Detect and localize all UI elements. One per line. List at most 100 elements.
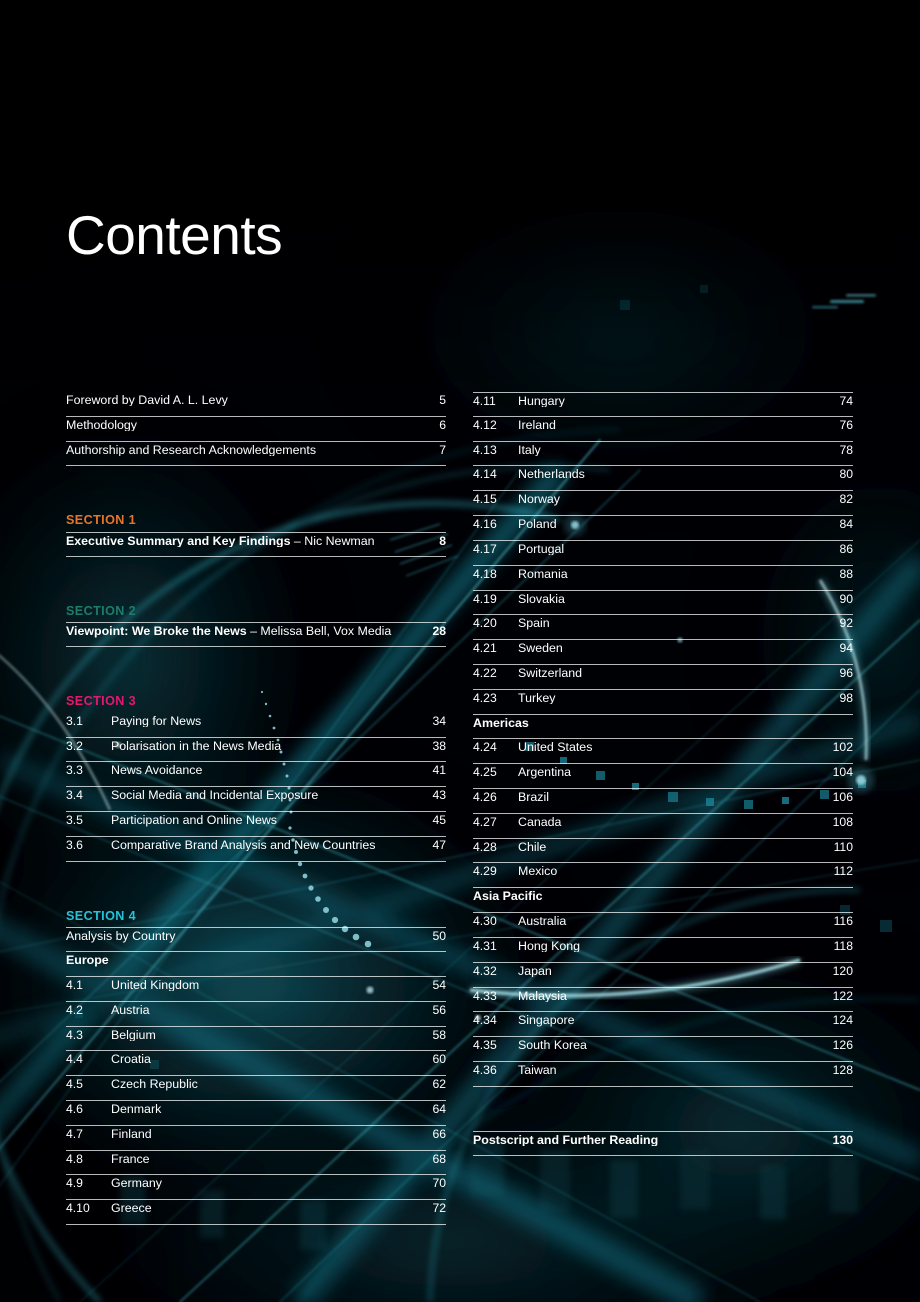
toc-number: 4.18 (473, 566, 497, 581)
toc-row-country-4-15[interactable]: 4.15 Norway 82 (473, 491, 853, 517)
toc-row-country-4-25[interactable]: 4.25 Argentina 104 (473, 764, 853, 789)
section-marker-1: SECTION 1 (66, 513, 137, 528)
toc-row-country-4-30[interactable]: 4.30 Australia 116 (473, 913, 853, 938)
toc-label: Greece (111, 1202, 152, 1215)
toc-label: Switzerland (518, 666, 583, 680)
toc-label: Slovakia (518, 592, 565, 605)
toc-row-country-4-18[interactable]: 4.18 Romania 88 (473, 566, 853, 591)
toc-row-country-4-11[interactable]: 4.11 Hungary 74 (473, 392, 853, 417)
toc-label: Austria (111, 1003, 150, 1017)
toc-page: 78 (839, 442, 853, 457)
toc-page: 34 (432, 713, 446, 728)
section-marker-2: SECTION 2 (66, 603, 137, 618)
toc-number: 4.7 (66, 1126, 83, 1141)
toc-row-country-4-2[interactable]: 4.2 Austria 56 (66, 1002, 446, 1027)
toc-page: 76 (839, 417, 853, 432)
toc-row-section3-3-6[interactable]: 3.6 Comparative Brand Analysis and New Co… (66, 837, 446, 862)
toc-page: 58 (432, 1027, 446, 1042)
toc-row-methodology[interactable]: Methodology 6 (66, 417, 446, 442)
toc-row-country-4-33[interactable]: 4.33 Malaysia 122 (473, 988, 853, 1013)
toc-row-country-4-19[interactable]: 4.19 Slovakia 90 (473, 591, 853, 616)
toc-row-country-4-32[interactable]: 4.32 Japan 120 (473, 963, 853, 988)
toc-page: 80 (839, 467, 853, 482)
toc-row-country-4-6[interactable]: 4.6 Denmark 64 (66, 1101, 446, 1126)
toc-row-country-4-23[interactable]: 4.23 Turkey 98 (473, 690, 853, 715)
toc-row-country-4-21[interactable]: 4.21 Sweden 94 (473, 640, 853, 665)
toc-number: 4.35 (473, 1038, 497, 1053)
toc-page: 8 (439, 534, 446, 549)
toc-row-country-4-7[interactable]: 4.7 Finland 66 (66, 1126, 446, 1151)
toc-page: 90 (839, 591, 853, 606)
toc-row-executive-summary[interactable]: Executive Summary and Key Findings – Nic… (66, 532, 446, 557)
section4-list-right: 4.11 Hungary 74 4.12 Ireland 76 4.13 Italy 78 4.1… (473, 392, 853, 1087)
contents-page: Contents Foreword by David A. L. Levy 5 … (0, 0, 920, 1302)
toc-label: South Korea (518, 1039, 587, 1052)
toc-row-country-4-22[interactable]: 4.22 Switzerland 96 (473, 665, 853, 690)
toc-row-section3-3-1[interactable]: 3.1 Paying for News 34 (66, 713, 446, 738)
toc-row-country-4-9[interactable]: 4.9 Germany 70 (66, 1175, 446, 1201)
toc-number: 4.4 (66, 1052, 83, 1067)
toc-row-authorship[interactable]: Authorship and Research Acknowledgements… (66, 442, 446, 467)
toc-label: Social Media and Incidental Exposure (111, 789, 319, 802)
toc-row-country-4-5[interactable]: 4.5 Czech Republic 62 (66, 1076, 446, 1101)
toc-page: 122 (832, 988, 853, 1003)
toc-row-country-4-10[interactable]: 4.10 Greece 72 (66, 1200, 446, 1226)
toc-row-country-4-16[interactable]: 4.16 Poland 84 (473, 516, 853, 541)
toc-row-country-4-17[interactable]: 4.17 Portugal 86 (473, 541, 853, 566)
toc-row-country-4-4[interactable]: 4.4 Croatia 60 (66, 1051, 446, 1077)
toc-row-country-4-26[interactable]: 4.26 Brazil 106 (473, 789, 853, 814)
section4-list-left: Europe 4.1 United Kingdom 54 4.2 Austria 56 4.3… (66, 952, 446, 1226)
toc-row-country-4-27[interactable]: 4.27 Canada 108 (473, 814, 853, 839)
toc-row-postscript[interactable]: Postscript and Further Reading 130 (473, 1131, 853, 1156)
toc-number: 4.17 (473, 541, 497, 556)
toc-row-section3-3-5[interactable]: 3.5 Participation and Online News 45 (66, 812, 446, 837)
toc-row-country-4-13[interactable]: 4.13 Italy 78 (473, 442, 853, 467)
toc-row-country-4-8[interactable]: 4.8 France 68 (66, 1151, 446, 1176)
toc-row-viewpoint[interactable]: Viewpoint: We Broke the News – Melissa B… (66, 622, 446, 648)
toc-row-country-4-31[interactable]: 4.31 Hong Kong 118 (473, 938, 853, 963)
toc-row-country-4-12[interactable]: 4.12 Ireland 76 (473, 417, 853, 442)
toc-number: 4.31 (473, 938, 497, 953)
contents-column-left: Foreword by David A. L. Levy 5 Methodolo… (66, 392, 446, 1226)
toc-number: 3.2 (66, 738, 83, 753)
toc-row-country-4-29[interactable]: 4.29 Mexico 112 (473, 863, 853, 889)
toc-label: Romania (518, 567, 568, 581)
toc-number: 3.4 (66, 788, 83, 803)
toc-page: 28 (432, 624, 446, 639)
toc-number: 4.25 (473, 765, 497, 780)
toc-number: 4.12 (473, 417, 497, 432)
toc-row-country-4-35[interactable]: 4.35 South Korea 126 (473, 1037, 853, 1062)
toc-row-country-4-1[interactable]: 4.1 United Kingdom 54 (66, 977, 446, 1002)
toc-row-country-4-3[interactable]: 4.3 Belgium 58 (66, 1027, 446, 1052)
toc-label: Viewpoint: We Broke the News – Melissa B… (66, 625, 424, 637)
toc-page: 120 (832, 963, 853, 978)
toc-number: 4.29 (473, 864, 497, 879)
toc-number: 4.24 (473, 740, 497, 755)
toc-row-country-4-24[interactable]: 4.24 United States 102 (473, 739, 853, 765)
toc-row-section3-3-2[interactable]: 3.2 Polarisation in the News Media 38 (66, 738, 446, 763)
toc-page: 88 (839, 566, 853, 581)
toc-page: 124 (832, 1013, 853, 1028)
toc-number: 4.26 (473, 790, 497, 804)
toc-row-country-4-34[interactable]: 4.34 Singapore 124 (473, 1012, 853, 1038)
toc-row-country-4-28[interactable]: 4.28 Chile 110 (473, 839, 853, 864)
toc-row-country-4-36[interactable]: 4.36 Taiwan 128 (473, 1062, 853, 1087)
toc-page: 7 (439, 442, 446, 457)
toc-page: 112 (833, 864, 853, 879)
toc-region-label: Asia Pacific (473, 890, 543, 903)
toc-row-section3-3-3[interactable]: 3.3 News Avoidance 41 (66, 762, 446, 788)
toc-label-author: – Nic Newman (290, 535, 375, 548)
toc-page: 50 (432, 929, 446, 944)
toc-label: Italy (518, 443, 541, 457)
toc-row-country-4-14[interactable]: 4.14 Netherlands 80 (473, 466, 853, 492)
toc-region-americas: Americas (473, 715, 853, 740)
toc-row-foreword[interactable]: Foreword by David A. L. Levy 5 (66, 392, 446, 417)
toc-row-analysis-by-country[interactable]: Analysis by Country 50 (66, 927, 446, 953)
toc-number: 4.13 (473, 442, 497, 457)
toc-row-section3-3-4[interactable]: 3.4 Social Media and Incidental Exposure 4… (66, 787, 446, 813)
toc-page: 104 (832, 765, 853, 780)
toc-page: 45 (432, 813, 446, 828)
toc-row-country-4-20[interactable]: 4.20 Spain 92 (473, 615, 853, 641)
toc-label: Norway (518, 493, 560, 506)
toc-number: 4.33 (473, 988, 497, 1003)
